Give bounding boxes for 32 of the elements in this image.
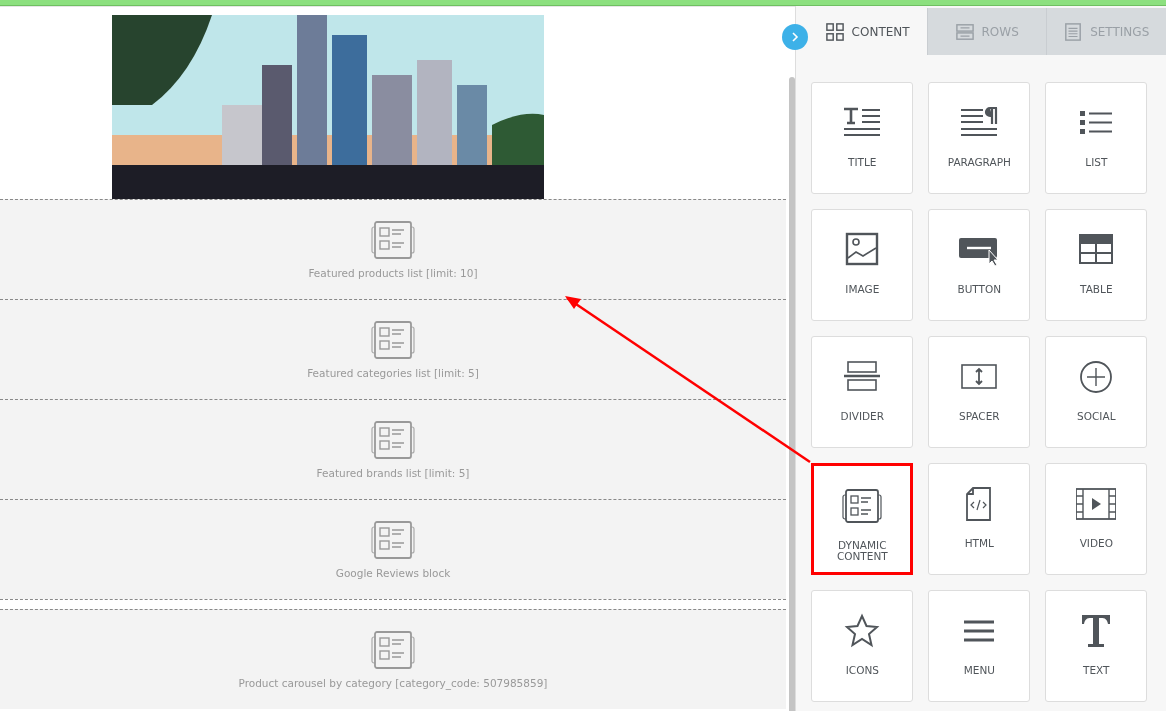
dynamic-content-icon (371, 630, 415, 669)
content-block-tile[interactable]: DYNAMIC CONTENT (811, 463, 914, 575)
dynamic-content-icon (371, 220, 415, 259)
content-block-tile[interactable]: HTML (928, 463, 1031, 575)
dynamic-content-icon (371, 520, 415, 559)
document-icon (1064, 22, 1083, 41)
content-block-tile[interactable]: SPACER (928, 336, 1031, 448)
dynamic-content-icon (371, 320, 415, 359)
dynamic-content-icon (842, 488, 883, 524)
content-block-tile[interactable]: VIDEO (1045, 463, 1148, 575)
content-block-tile[interactable]: PARAGRAPH (928, 82, 1031, 194)
content-block-tile[interactable]: TITLE (811, 82, 914, 194)
scrollbar[interactable] (789, 77, 795, 711)
block-label: Product carousel by category [category_code: 507985859] (238, 676, 548, 689)
content-block-tile[interactable]: LIST (1045, 82, 1148, 194)
block-label: Featured categories list [limit: 5] (307, 366, 479, 379)
content-block-tile[interactable]: TEXT (1045, 590, 1148, 702)
content-block-tile[interactable]: TABLE (1045, 209, 1148, 321)
content-block-tile[interactable]: ICONS (811, 590, 914, 702)
block-label: Featured brands list [limit: 5] (316, 466, 470, 479)
grid-icon (825, 22, 844, 41)
collapse-panel-button[interactable] (782, 24, 808, 50)
rows-icon (955, 22, 974, 41)
content-block-tile[interactable]: SOCIAL (1045, 336, 1148, 448)
content-block-tile[interactable]: DIVIDER (811, 336, 914, 448)
dynamic-content-icon (371, 420, 415, 459)
block-label: Google Reviews block (335, 566, 451, 579)
content-block-tile[interactable]: IMAGE (811, 209, 914, 321)
film-play-icon (1076, 486, 1117, 522)
block-label: Featured products list [limit: 10] (308, 266, 478, 279)
content-block-tile[interactable]: BUTTON (928, 209, 1031, 321)
content-block-tile[interactable]: MENU (928, 590, 1031, 702)
